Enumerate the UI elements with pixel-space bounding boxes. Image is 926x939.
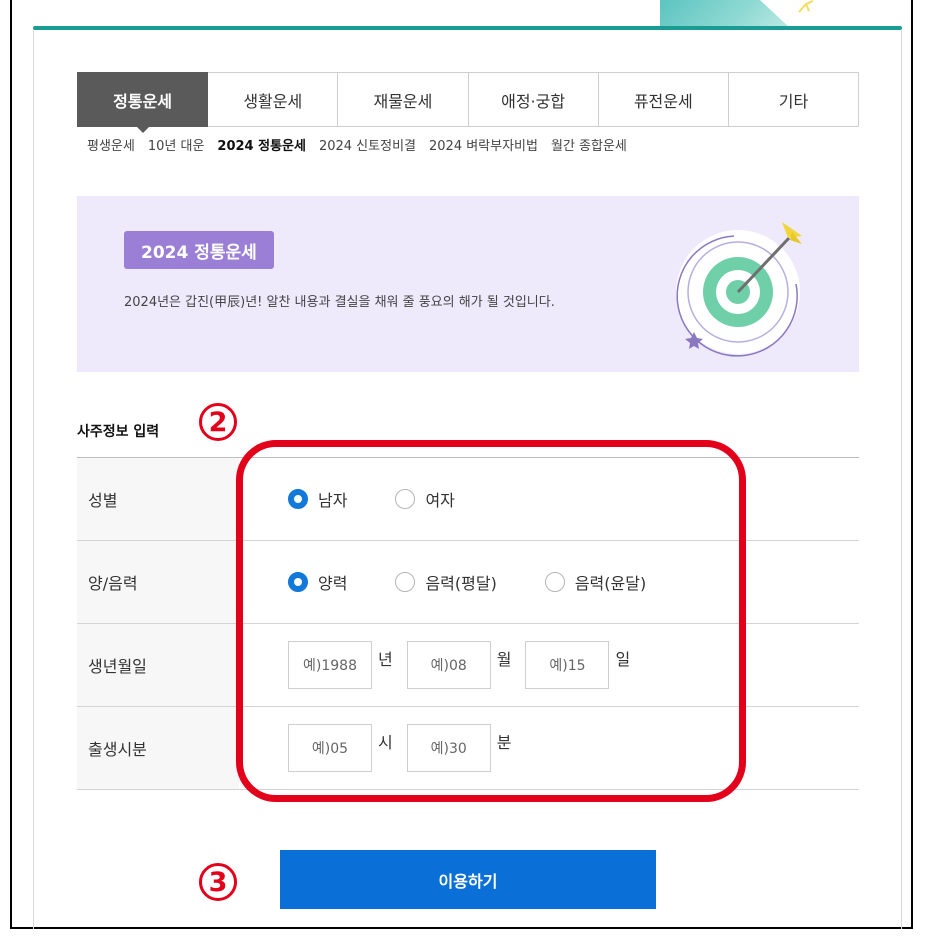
tab-jaemul[interactable]: 재물운세	[338, 72, 469, 127]
saju-input-title: 사주정보 입력	[77, 424, 160, 440]
category-tabs: 정통운세 생활운세 재물운세 애정·궁합 퓨전운세 기타	[77, 72, 860, 133]
gender-label: 성별	[77, 458, 239, 540]
sparkle-icon	[798, 0, 814, 13]
banner-description: 2024년은 갑진(甲辰)년! 알찬 내용과 결실을 채워 줄 풍요의 해가 될…	[124, 295, 555, 310]
subnav-item-lifetime[interactable]: 평생운세	[87, 135, 135, 154]
subnav-item-2024-jeongtong[interactable]: 2024 정통운세	[217, 135, 306, 154]
annotation-step-2: 2	[199, 403, 237, 441]
tab-fusion[interactable]: 퓨전운세	[598, 72, 729, 127]
subnav-item-2024-rich[interactable]: 2024 벼락부자비법	[429, 135, 538, 154]
birthtime-label: 출생시분	[77, 707, 239, 789]
content-left-border	[33, 30, 34, 929]
tab-etc[interactable]: 기타	[728, 72, 860, 127]
calendar-label: 양/음력	[77, 541, 239, 623]
annotation-highlight-box	[236, 440, 746, 802]
tab-jeongtong[interactable]: 정통운세	[77, 72, 209, 133]
top-decoration-cut	[760, 0, 790, 28]
subnav-item-monthly[interactable]: 월간 종합운세	[551, 135, 627, 154]
subnav-item-2024-tojeong[interactable]: 2024 신토정비결	[319, 135, 416, 154]
teal-top-border	[33, 26, 902, 30]
tab-saenghwal[interactable]: 생활운세	[208, 72, 339, 127]
tab-aejeong[interactable]: 애정·궁합	[468, 72, 599, 127]
annotation-step-3: 3	[199, 863, 237, 901]
birthdate-label: 생년월일	[77, 624, 239, 706]
target-arrow-icon	[676, 222, 802, 357]
submit-button[interactable]: 이용하기	[280, 850, 656, 909]
sub-navigation: 평생운세 10년 대운 2024 정통운세 2024 신토정비결 2024 벼락…	[87, 135, 640, 154]
banner-badge: 2024 정통운세	[124, 231, 274, 269]
subnav-item-10year[interactable]: 10년 대운	[148, 135, 205, 154]
service-banner: 2024 정통운세 2024년은 갑진(甲辰)년! 알찬 내용과 결실을 채워 …	[77, 196, 859, 372]
content-right-border	[901, 30, 902, 929]
